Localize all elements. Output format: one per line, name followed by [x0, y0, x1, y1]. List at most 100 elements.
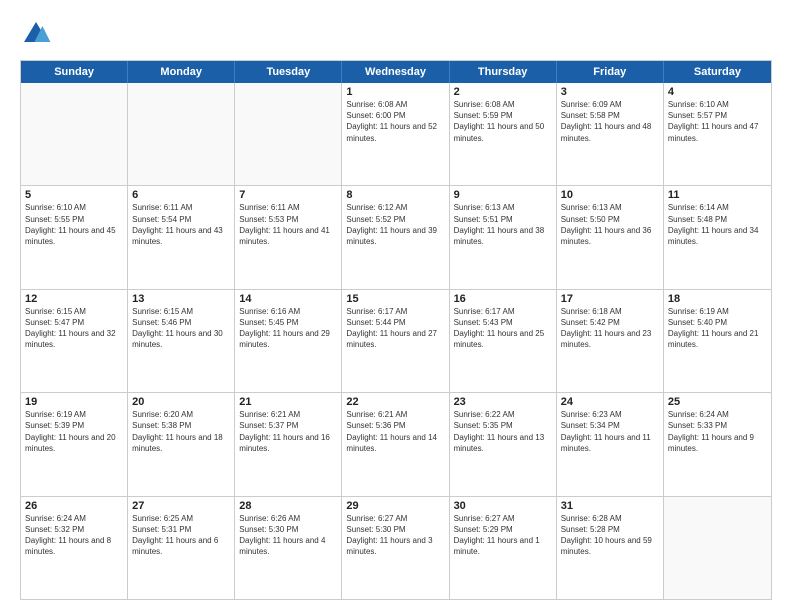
calendar-cell: 10Sunrise: 6:13 AM Sunset: 5:50 PM Dayli… [557, 186, 664, 288]
cell-info: Sunrise: 6:24 AM Sunset: 5:33 PM Dayligh… [668, 409, 767, 454]
calendar-cell: 18Sunrise: 6:19 AM Sunset: 5:40 PM Dayli… [664, 290, 771, 392]
calendar-cell: 16Sunrise: 6:17 AM Sunset: 5:43 PM Dayli… [450, 290, 557, 392]
cell-info: Sunrise: 6:08 AM Sunset: 6:00 PM Dayligh… [346, 99, 444, 144]
calendar-body: 1Sunrise: 6:08 AM Sunset: 6:00 PM Daylig… [21, 83, 771, 599]
day-number: 19 [25, 396, 123, 408]
calendar-cell: 24Sunrise: 6:23 AM Sunset: 5:34 PM Dayli… [557, 393, 664, 495]
calendar-cell: 13Sunrise: 6:15 AM Sunset: 5:46 PM Dayli… [128, 290, 235, 392]
day-number: 12 [25, 293, 123, 305]
cell-info: Sunrise: 6:10 AM Sunset: 5:55 PM Dayligh… [25, 202, 123, 247]
calendar-cell: 3Sunrise: 6:09 AM Sunset: 5:58 PM Daylig… [557, 83, 664, 185]
calendar-cell: 23Sunrise: 6:22 AM Sunset: 5:35 PM Dayli… [450, 393, 557, 495]
calendar-cell: 30Sunrise: 6:27 AM Sunset: 5:29 PM Dayli… [450, 497, 557, 599]
calendar-cell [21, 83, 128, 185]
cell-info: Sunrise: 6:21 AM Sunset: 5:36 PM Dayligh… [346, 409, 444, 454]
cell-info: Sunrise: 6:13 AM Sunset: 5:50 PM Dayligh… [561, 202, 659, 247]
cell-info: Sunrise: 6:13 AM Sunset: 5:51 PM Dayligh… [454, 202, 552, 247]
cell-info: Sunrise: 6:12 AM Sunset: 5:52 PM Dayligh… [346, 202, 444, 247]
cell-info: Sunrise: 6:23 AM Sunset: 5:34 PM Dayligh… [561, 409, 659, 454]
day-number: 30 [454, 500, 552, 512]
calendar-cell: 11Sunrise: 6:14 AM Sunset: 5:48 PM Dayli… [664, 186, 771, 288]
calendar-cell: 8Sunrise: 6:12 AM Sunset: 5:52 PM Daylig… [342, 186, 449, 288]
calendar-cell: 28Sunrise: 6:26 AM Sunset: 5:30 PM Dayli… [235, 497, 342, 599]
day-number: 28 [239, 500, 337, 512]
calendar-cell: 14Sunrise: 6:16 AM Sunset: 5:45 PM Dayli… [235, 290, 342, 392]
day-number: 16 [454, 293, 552, 305]
day-number: 18 [668, 293, 767, 305]
cell-info: Sunrise: 6:09 AM Sunset: 5:58 PM Dayligh… [561, 99, 659, 144]
calendar-cell: 2Sunrise: 6:08 AM Sunset: 5:59 PM Daylig… [450, 83, 557, 185]
day-number: 24 [561, 396, 659, 408]
calendar-row-1: 1Sunrise: 6:08 AM Sunset: 6:00 PM Daylig… [21, 83, 771, 185]
day-header-friday: Friday [557, 61, 664, 83]
cell-info: Sunrise: 6:08 AM Sunset: 5:59 PM Dayligh… [454, 99, 552, 144]
calendar-cell [664, 497, 771, 599]
calendar-cell: 31Sunrise: 6:28 AM Sunset: 5:28 PM Dayli… [557, 497, 664, 599]
day-number: 10 [561, 189, 659, 201]
cell-info: Sunrise: 6:16 AM Sunset: 5:45 PM Dayligh… [239, 306, 337, 351]
calendar-row-5: 26Sunrise: 6:24 AM Sunset: 5:32 PM Dayli… [21, 496, 771, 599]
calendar-cell: 6Sunrise: 6:11 AM Sunset: 5:54 PM Daylig… [128, 186, 235, 288]
calendar-cell: 25Sunrise: 6:24 AM Sunset: 5:33 PM Dayli… [664, 393, 771, 495]
day-number: 14 [239, 293, 337, 305]
cell-info: Sunrise: 6:10 AM Sunset: 5:57 PM Dayligh… [668, 99, 767, 144]
cell-info: Sunrise: 6:26 AM Sunset: 5:30 PM Dayligh… [239, 513, 337, 558]
day-number: 21 [239, 396, 337, 408]
calendar-cell: 7Sunrise: 6:11 AM Sunset: 5:53 PM Daylig… [235, 186, 342, 288]
cell-info: Sunrise: 6:18 AM Sunset: 5:42 PM Dayligh… [561, 306, 659, 351]
day-header-saturday: Saturday [664, 61, 771, 83]
logo-icon [20, 18, 52, 50]
day-number: 29 [346, 500, 444, 512]
cell-info: Sunrise: 6:28 AM Sunset: 5:28 PM Dayligh… [561, 513, 659, 558]
day-number: 27 [132, 500, 230, 512]
day-number: 7 [239, 189, 337, 201]
calendar-cell: 9Sunrise: 6:13 AM Sunset: 5:51 PM Daylig… [450, 186, 557, 288]
calendar-cell: 1Sunrise: 6:08 AM Sunset: 6:00 PM Daylig… [342, 83, 449, 185]
calendar-cell: 29Sunrise: 6:27 AM Sunset: 5:30 PM Dayli… [342, 497, 449, 599]
day-header-sunday: Sunday [21, 61, 128, 83]
calendar-cell: 21Sunrise: 6:21 AM Sunset: 5:37 PM Dayli… [235, 393, 342, 495]
cell-info: Sunrise: 6:14 AM Sunset: 5:48 PM Dayligh… [668, 202, 767, 247]
day-number: 13 [132, 293, 230, 305]
day-number: 11 [668, 189, 767, 201]
calendar-header: SundayMondayTuesdayWednesdayThursdayFrid… [21, 61, 771, 83]
calendar-cell [235, 83, 342, 185]
day-number: 4 [668, 86, 767, 98]
calendar-row-4: 19Sunrise: 6:19 AM Sunset: 5:39 PM Dayli… [21, 392, 771, 495]
cell-info: Sunrise: 6:27 AM Sunset: 5:29 PM Dayligh… [454, 513, 552, 558]
calendar: SundayMondayTuesdayWednesdayThursdayFrid… [20, 60, 772, 600]
cell-info: Sunrise: 6:17 AM Sunset: 5:44 PM Dayligh… [346, 306, 444, 351]
logo [20, 18, 56, 50]
day-number: 31 [561, 500, 659, 512]
day-number: 25 [668, 396, 767, 408]
day-number: 6 [132, 189, 230, 201]
day-header-tuesday: Tuesday [235, 61, 342, 83]
header [20, 18, 772, 50]
cell-info: Sunrise: 6:22 AM Sunset: 5:35 PM Dayligh… [454, 409, 552, 454]
calendar-row-3: 12Sunrise: 6:15 AM Sunset: 5:47 PM Dayli… [21, 289, 771, 392]
day-number: 17 [561, 293, 659, 305]
cell-info: Sunrise: 6:27 AM Sunset: 5:30 PM Dayligh… [346, 513, 444, 558]
day-number: 5 [25, 189, 123, 201]
day-number: 22 [346, 396, 444, 408]
day-number: 1 [346, 86, 444, 98]
cell-info: Sunrise: 6:11 AM Sunset: 5:53 PM Dayligh… [239, 202, 337, 247]
calendar-cell [128, 83, 235, 185]
day-header-thursday: Thursday [450, 61, 557, 83]
calendar-cell: 12Sunrise: 6:15 AM Sunset: 5:47 PM Dayli… [21, 290, 128, 392]
cell-info: Sunrise: 6:20 AM Sunset: 5:38 PM Dayligh… [132, 409, 230, 454]
calendar-cell: 5Sunrise: 6:10 AM Sunset: 5:55 PM Daylig… [21, 186, 128, 288]
calendar-cell: 20Sunrise: 6:20 AM Sunset: 5:38 PM Dayli… [128, 393, 235, 495]
calendar-cell: 22Sunrise: 6:21 AM Sunset: 5:36 PM Dayli… [342, 393, 449, 495]
day-number: 26 [25, 500, 123, 512]
cell-info: Sunrise: 6:15 AM Sunset: 5:47 PM Dayligh… [25, 306, 123, 351]
calendar-cell: 19Sunrise: 6:19 AM Sunset: 5:39 PM Dayli… [21, 393, 128, 495]
day-number: 3 [561, 86, 659, 98]
day-number: 8 [346, 189, 444, 201]
cell-info: Sunrise: 6:17 AM Sunset: 5:43 PM Dayligh… [454, 306, 552, 351]
page: SundayMondayTuesdayWednesdayThursdayFrid… [0, 0, 792, 612]
calendar-cell: 15Sunrise: 6:17 AM Sunset: 5:44 PM Dayli… [342, 290, 449, 392]
day-header-monday: Monday [128, 61, 235, 83]
calendar-cell: 17Sunrise: 6:18 AM Sunset: 5:42 PM Dayli… [557, 290, 664, 392]
calendar-cell: 27Sunrise: 6:25 AM Sunset: 5:31 PM Dayli… [128, 497, 235, 599]
